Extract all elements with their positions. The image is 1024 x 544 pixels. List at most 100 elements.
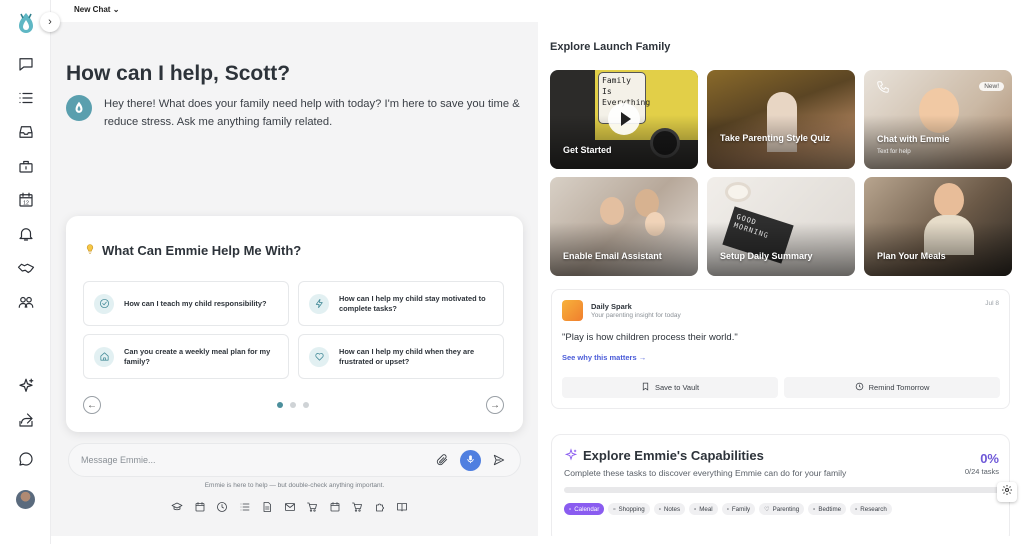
chip-shopping[interactable]: ▫ Shopping <box>608 503 650 515</box>
settings-button[interactable] <box>997 482 1017 502</box>
shopping-cart-icon[interactable] <box>306 500 318 512</box>
send-button[interactable] <box>492 453 506 467</box>
save-to-vault-label: Save to Vault <box>654 383 700 392</box>
prev-arrow-button[interactable]: ← <box>83 396 101 414</box>
new-chat-dropdown[interactable]: New Chat ⌄ <box>74 5 119 14</box>
carousel-dot-active[interactable] <box>277 402 283 408</box>
suggestion-text: Can you create a weekly meal plan for my… <box>124 347 271 366</box>
sidebar-item-tasks[interactable] <box>15 89 37 111</box>
people-icon: ▫ <box>726 505 729 513</box>
chip-family[interactable]: ▫ Family <box>721 503 756 515</box>
sidebar-item-share[interactable] <box>15 411 37 433</box>
chip-parenting[interactable]: ♡ Parenting <box>759 503 805 515</box>
tile-plan-meals[interactable]: Plan Your Meals <box>864 177 1012 276</box>
chip-label: Shopping <box>618 505 645 513</box>
collapse-sidebar-button[interactable]: › <box>40 12 60 32</box>
tile-chat-emmie[interactable]: New! Chat with Emmie Text for help <box>864 70 1012 169</box>
mail-icon[interactable] <box>284 500 296 512</box>
chip-research[interactable]: ▫ Research <box>850 503 892 515</box>
svg-text:12: 12 <box>23 200 29 206</box>
spark-icon <box>562 300 583 321</box>
calendar-icon[interactable] <box>194 500 206 512</box>
tile-label: Plan Your Meals <box>877 251 946 261</box>
tile-label: Enable Email Assistant <box>563 251 662 261</box>
sidebar-item-family[interactable] <box>15 293 37 315</box>
carousel-dot[interactable] <box>303 402 309 408</box>
coffee-cup-image <box>725 182 751 202</box>
suggestion-card[interactable]: Can you create a weekly meal plan for my… <box>83 334 289 379</box>
chat-bubble-icon <box>17 55 35 78</box>
help-card-title-text: What Can Emmie Help Me With? <box>102 243 302 258</box>
check-circle-icon <box>94 293 114 314</box>
explore-title: Explore Launch Family <box>550 41 671 53</box>
sidebar-item-chats[interactable] <box>15 55 37 77</box>
microphone-icon <box>465 452 476 470</box>
message-input[interactable]: Message Emmie... <box>81 455 156 465</box>
chip-label: Bedtime <box>818 505 842 513</box>
tile-label: Get Started <box>563 145 612 155</box>
tile-get-started[interactable]: Family Is Everything Get Started <box>550 70 698 169</box>
calendar-icon: 12 <box>17 191 35 214</box>
capabilities-progress-bar <box>564 487 1000 493</box>
document-icon[interactable] <box>261 500 273 512</box>
chip-bedtime[interactable]: ▫ Bedtime <box>808 503 847 515</box>
carousel-dot[interactable] <box>290 402 296 408</box>
clock-icon[interactable] <box>216 500 228 512</box>
launch-family-logo-icon[interactable] <box>13 10 39 36</box>
chip-label: Meal <box>699 505 713 513</box>
sidebar-item-vault[interactable] <box>15 157 37 179</box>
sidebar-item-support[interactable] <box>15 450 37 472</box>
shopping-cart-icon[interactable] <box>351 500 363 512</box>
user-avatar[interactable] <box>16 490 35 509</box>
graduation-cap-icon[interactable] <box>171 500 183 512</box>
tile-email-assistant[interactable]: Enable Email Assistant <box>550 177 698 276</box>
book-icon[interactable] <box>396 500 408 512</box>
tile-label: Chat with Emmie <box>877 134 950 144</box>
save-to-vault-button[interactable]: Save to Vault <box>562 377 778 398</box>
inbox-icon <box>17 123 35 146</box>
suggestion-card[interactable]: How can I help my child stay motivated t… <box>298 281 504 326</box>
remind-tomorrow-button[interactable]: Remind Tomorrow <box>784 377 1000 398</box>
chevron-right-icon: › <box>48 16 52 28</box>
sidebar-item-calendar[interactable]: 12 <box>15 191 37 213</box>
tile-daily-summary[interactable]: GOOD MORNING Setup Daily Summary <box>707 177 855 276</box>
microphone-button[interactable] <box>460 450 481 471</box>
chip-meal[interactable]: ▫ Meal <box>689 503 718 515</box>
home-icon <box>94 346 114 367</box>
arrow-left-icon: ← <box>87 399 97 411</box>
see-why-link[interactable]: See why this matters → <box>562 353 646 362</box>
quick-tools <box>171 500 408 512</box>
puzzle-icon[interactable] <box>374 500 386 512</box>
clock-icon <box>855 382 864 393</box>
sparkle-icon <box>564 448 578 462</box>
chip-label: Notes <box>663 505 681 513</box>
chip-calendar[interactable]: ▫ Calendar <box>564 503 605 515</box>
bookmark-icon <box>641 382 650 393</box>
chip-label: Calendar <box>574 505 600 513</box>
attach-button[interactable] <box>435 453 449 467</box>
phone-icon <box>876 80 890 94</box>
list-icon[interactable] <box>239 500 251 512</box>
handshake-icon <box>17 259 35 282</box>
next-arrow-button[interactable]: → <box>486 396 504 414</box>
suggestion-card[interactable]: How can I teach my child responsibility? <box>83 281 289 326</box>
capabilities-percent: 0% <box>980 451 999 466</box>
help-card: What Can Emmie Help Me With? How can I t… <box>66 216 523 432</box>
chip-notes[interactable]: ▫ Notes <box>653 503 686 515</box>
daily-spark-date: Jul 8 <box>985 300 999 307</box>
sparkle-icon <box>17 377 35 400</box>
intro-message: Hey there! What does your family need he… <box>104 98 520 128</box>
calendar-icon[interactable] <box>329 500 341 512</box>
tile-label: Setup Daily Summary <box>720 251 813 261</box>
play-button[interactable] <box>608 103 640 135</box>
help-card-title: What Can Emmie Help Me With? <box>84 243 301 258</box>
sidebar-item-partners[interactable] <box>15 259 37 281</box>
sidebar-item-notifications[interactable] <box>15 225 37 247</box>
sidebar-item-inbox[interactable] <box>15 123 37 145</box>
suggestion-card[interactable]: How can I help my child when they are fr… <box>298 334 504 379</box>
tile-parenting-quiz[interactable]: Take Parenting Style Quiz <box>707 70 855 169</box>
capabilities-title: Explore Emmie's Capabilities <box>583 448 764 463</box>
sidebar-item-ai[interactable] <box>15 377 37 399</box>
play-icon <box>620 112 631 126</box>
new-chat-label: New Chat <box>74 5 111 14</box>
